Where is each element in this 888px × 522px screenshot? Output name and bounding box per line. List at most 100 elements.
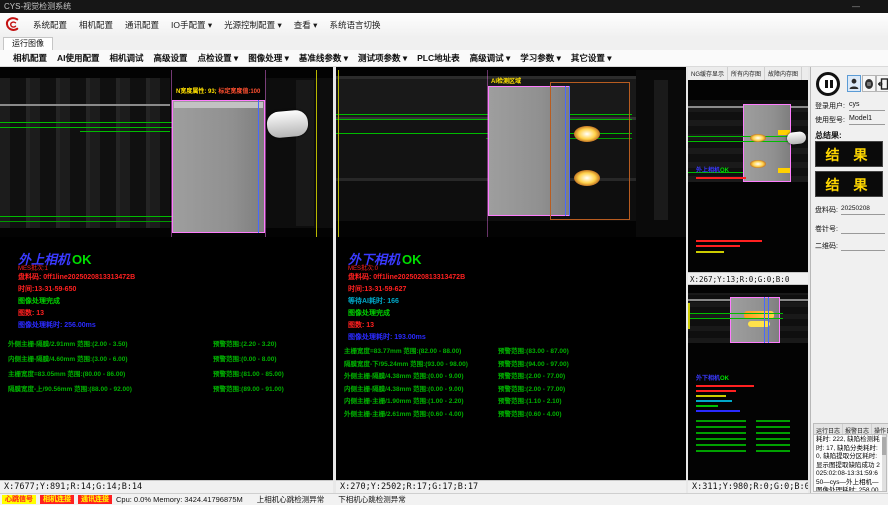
mini-text-line	[696, 390, 736, 392]
menu-item[interactable]: 通讯配置	[119, 16, 165, 34]
pixel-readout-bottom-right: X:311;Y:980;R:0;G:0;B:0	[688, 480, 808, 493]
cell-top-edge	[174, 102, 263, 108]
mini-text-line	[696, 245, 740, 247]
image-buffer-tab[interactable]: NG缓存显示	[688, 67, 728, 80]
measurement-value: 外侧主栅-主栅/2.61mm 范围:(0.60 - 4.00)	[344, 408, 464, 418]
app-window: CYS-视觉检测系统 — 系统配置相机配置通讯配置IO手配置 ▾光源控制配置 ▾…	[0, 0, 888, 522]
app-logo-icon	[4, 16, 22, 33]
highlight-mark	[778, 168, 790, 173]
measurement-row: 主栅宽度=83.77mm 范围:(82.00 - 88.00) 预警范围:(83…	[336, 345, 686, 358]
left-camera-image[interactable]: N宽度属性: 93; 标定宽度值:100	[0, 70, 333, 237]
baseline-guide-line	[0, 221, 172, 222]
mini-text-line	[696, 405, 718, 407]
log-scrollbar[interactable]	[882, 435, 886, 491]
ai-detect-region-box	[550, 82, 630, 220]
exit-button[interactable]	[876, 75, 888, 92]
process-done-line: 图像处理完成	[18, 296, 60, 306]
measurement-warning-range: 预警范围:(2.00 - 77.00)	[498, 370, 565, 380]
tab-run-image[interactable]: 运行图像	[3, 37, 53, 50]
mini-measure-line	[696, 432, 746, 434]
operator-mode-button[interactable]	[862, 75, 876, 92]
baseline-guide-line	[688, 136, 791, 137]
measurement-warning-range: 预警范围:(81.00 - 85.00)	[213, 368, 284, 378]
field-underline	[841, 250, 885, 251]
weld-spot	[750, 134, 766, 142]
right-top-image[interactable]: 外上相机OK	[688, 80, 808, 272]
pixel-readout-left: X:7677;Y:891;R:14;G:14;B:14	[0, 480, 333, 493]
right-bottom-image[interactable]: 外下相机OK	[688, 285, 808, 480]
toolbar: 相机配置AI使用配置相机调试高级设置点检设置 ▾图像处理 ▾基准线参数 ▾测试项…	[0, 50, 888, 67]
machine-edge-highlight	[0, 104, 170, 106]
mini-text-line	[696, 251, 724, 253]
toolbar-item[interactable]: 点检设置 ▾	[193, 50, 244, 66]
machine-rail	[296, 80, 314, 226]
image-buffer-tab[interactable]: 故障内存图	[765, 67, 802, 80]
mini-text-line	[696, 400, 732, 402]
toolbar-item[interactable]: 测试项参数 ▾	[353, 50, 412, 66]
toolbar-item[interactable]: 相机调试	[105, 50, 149, 66]
weld-streak	[748, 321, 770, 327]
measurement-row: 隔膜宽度-下/95.24mm 范围:(93.00 - 98.00) 预警范围:(…	[336, 358, 686, 371]
measurement-value: 内侧主栅-隔膜/4.38mm 范围:(0.00 - 9.00)	[344, 383, 464, 393]
yellow-ruler-line	[338, 70, 339, 237]
measurement-warning-range: 预警范围:(0.00 - 8.00)	[213, 353, 277, 363]
menu-item[interactable]: 系统配置	[27, 16, 73, 34]
left-camera-view: N宽度属性: 93; 标定宽度值:100 外上相机OK MES批次:1 盘料码:…	[0, 67, 333, 493]
camera-status-ok: OK	[720, 376, 729, 382]
menu-item[interactable]: 相机配置	[73, 16, 119, 34]
total-result-label: 总结果:	[815, 130, 842, 141]
toolbar-item[interactable]: 高级调试 ▾	[465, 50, 516, 66]
weld-spot	[574, 126, 600, 142]
right-image-column: NG缓存显示所有内存图故障内存图 外上相机OK	[688, 67, 808, 493]
toolbar-items: 相机配置AI使用配置相机调试高级设置点检设置 ▾图像处理 ▾基准线参数 ▾测试项…	[8, 50, 617, 66]
weld-spot	[574, 170, 600, 186]
frame-count-line: 图数: 13	[18, 308, 44, 318]
user-login-button[interactable]	[847, 75, 861, 92]
toolbar-item[interactable]: 其它设置 ▾	[566, 50, 617, 66]
menu-item[interactable]: IO手配置 ▾	[165, 16, 218, 34]
exit-door-icon	[878, 78, 888, 90]
log-text-area[interactable]: 耗时: 222, 缺陷检测耗时: 17, 缺陷分类耗时: 0, 缺陷提取分区耗时…	[813, 434, 887, 492]
process-done-line: 图像处理完成	[348, 308, 390, 318]
pixel-readout-top-right: X:267;Y:13;R:0;G:0;B:0	[688, 272, 808, 285]
minimize-button[interactable]: —	[852, 0, 860, 13]
tray-code-label: 盘料码:	[815, 205, 838, 215]
field-underline	[841, 233, 885, 234]
frame-count-line: 图数: 13	[348, 320, 374, 330]
mini-measure-line	[756, 426, 790, 428]
main-area: N宽度属性: 93; 标定宽度值:100 外上相机OK MES批次:1 盘料码:…	[0, 67, 888, 493]
mini-measure-line	[756, 450, 790, 452]
toolbar-item[interactable]: 相机配置	[8, 50, 52, 66]
menu-item[interactable]: 系统语言切换	[323, 16, 386, 34]
menu-item[interactable]: 查看 ▾	[288, 16, 324, 34]
middle-camera-image[interactable]: AI检测区域	[336, 70, 686, 237]
result-box-bottom: 结 果	[815, 171, 883, 197]
measurement-value: 外侧主栅-隔膜/2.91mm 范围:(2.00 - 3.50)	[8, 338, 128, 348]
user-icon	[849, 78, 859, 90]
pixel-readout-middle: X:270;Y:2502;R:17;G:17;B:17	[336, 480, 686, 493]
cpu-memory-readout: Cpu: 0.0% Memory: 3424.41796875M	[116, 495, 243, 504]
toolbar-item[interactable]: 图像处理 ▾	[243, 50, 294, 66]
measurement-value: 隔膜宽度-上/90.56mm 范围:(88.00 - 92.00)	[8, 383, 132, 393]
measurement-value: 主栅宽度=83.77mm 范围:(82.00 - 88.00)	[344, 345, 461, 355]
toolbar-item[interactable]: 高级设置	[149, 50, 193, 66]
measurement-value: 外侧主栅-隔膜/4.38mm 范围:(0.00 - 9.00)	[344, 370, 464, 380]
edge-detect-line	[768, 297, 769, 343]
window-title: CYS-视觉检测系统	[0, 2, 71, 11]
menu-item[interactable]: 光源控制配置 ▾	[218, 16, 288, 34]
tray-code-value: 20250208	[841, 205, 870, 212]
toolbar-item[interactable]: AI使用配置	[52, 50, 105, 66]
width-caption: N宽度属性: 93; 标定宽度值:100	[176, 86, 260, 95]
toolbar-item[interactable]: PLC地址表	[412, 50, 465, 66]
image-buffer-tab[interactable]: 所有内存图	[728, 67, 765, 80]
yellow-ruler-line	[688, 303, 690, 329]
camera-name: 外上相机	[696, 168, 720, 174]
toolbar-item[interactable]: 学习参数 ▾	[515, 50, 566, 66]
mes-batch-label: MES批次:1	[18, 263, 48, 272]
toolbar-item[interactable]: 基准线参数 ▾	[294, 50, 353, 66]
mini-measure-line	[756, 444, 790, 446]
helmet-icon	[864, 78, 874, 90]
measurement-row: 外侧主栅-隔膜/2.91mm 范围:(2.00 - 3.50) 预警范围:(2.…	[0, 338, 333, 353]
pause-button[interactable]	[816, 72, 840, 96]
field-underline	[849, 124, 885, 125]
